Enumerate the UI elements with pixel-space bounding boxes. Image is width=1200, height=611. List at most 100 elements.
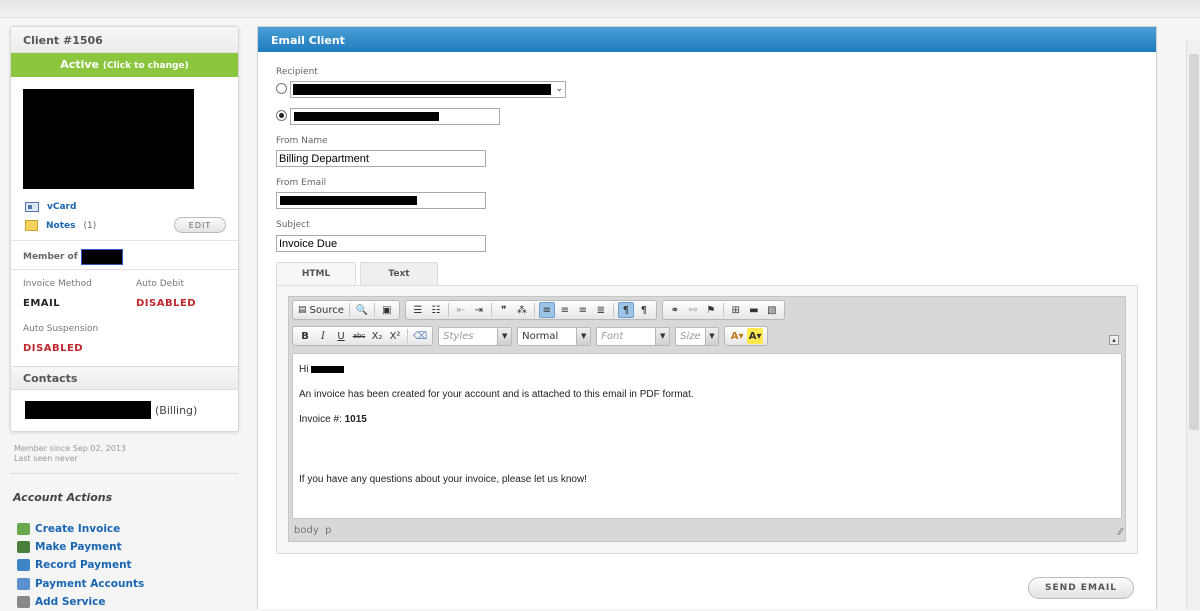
- editor-toolbar-row-1: ▤ Source 🔍 ▣ ☰ ☷ ⇤ ⇥ ❞ ⁂ ≡ ≡ ≡ ≣ ¶ ¶ ⚭ ⚯…: [292, 299, 790, 321]
- align-justify-icon[interactable]: ≣: [593, 302, 609, 318]
- member-of-label: Member of: [23, 252, 78, 262]
- account-actions-title: Account Actions: [13, 491, 113, 504]
- edit-button[interactable]: EDIT: [174, 217, 226, 233]
- add-service-icon: [17, 595, 30, 608]
- action-label[interactable]: Payment Accounts: [35, 578, 144, 590]
- recipient-select[interactable]: ⌄: [290, 81, 566, 98]
- source-button[interactable]: ▤ Source: [297, 302, 345, 318]
- status-label: Active: [60, 58, 99, 71]
- path-body[interactable]: body: [294, 525, 319, 536]
- unlink-icon[interactable]: ⚯: [685, 302, 701, 318]
- remove-format-icon[interactable]: ⌫: [412, 328, 428, 344]
- email-client-panel: Email Client Recipient ⌄ From Name From …: [257, 26, 1157, 609]
- underline-button[interactable]: U: [333, 328, 349, 344]
- action-payment-accounts[interactable]: Payment Accounts: [17, 575, 144, 593]
- align-right-icon[interactable]: ≡: [575, 302, 591, 318]
- action-label[interactable]: Record Payment: [35, 559, 132, 571]
- redacted-group[interactable]: [80, 249, 123, 265]
- notes-icon: [25, 220, 38, 231]
- font-dropdown[interactable]: Font ▼: [596, 326, 671, 346]
- subject-input[interactable]: [276, 235, 486, 252]
- from-name-input[interactable]: [276, 150, 486, 167]
- subscript-button[interactable]: X₂: [369, 328, 385, 344]
- size-placeholder: Size: [680, 330, 701, 342]
- invoice-number-label: Invoice #:: [299, 414, 342, 425]
- preview-icon[interactable]: 🔍: [354, 302, 370, 318]
- last-seen-text: Last seen never: [14, 454, 78, 463]
- templates-icon[interactable]: ▣: [379, 302, 395, 318]
- indent-icon[interactable]: ⇥: [471, 302, 487, 318]
- action-create-invoice[interactable]: Create Invoice: [17, 520, 144, 538]
- status-hint: (Click to change): [102, 61, 189, 71]
- background-color-icon[interactable]: A▾: [747, 328, 764, 344]
- action-add-service[interactable]: Add Service: [17, 593, 144, 611]
- chevron-down-icon: ▼: [704, 327, 719, 345]
- blockquote-icon[interactable]: ❞: [496, 302, 512, 318]
- invoice-number-value: 1015: [344, 414, 367, 425]
- from-email-input[interactable]: [276, 192, 486, 209]
- image-icon[interactable]: ▧: [764, 302, 780, 318]
- anchor-flag-icon[interactable]: ⚑: [703, 302, 719, 318]
- from-email-label: From Email: [276, 178, 327, 188]
- editor-content[interactable]: Hi An invoice has been created for your …: [292, 353, 1122, 519]
- contact-item[interactable]: (Billing): [25, 401, 197, 419]
- rich-text-editor: ▤ Source 🔍 ▣ ☰ ☷ ⇤ ⇥ ❞ ⁂ ≡ ≡ ≡ ≣ ¶ ¶ ⚭ ⚯…: [288, 296, 1126, 542]
- outdent-icon[interactable]: ⇤: [453, 302, 469, 318]
- bulleted-list-icon[interactable]: ☷: [428, 302, 444, 318]
- link-icon[interactable]: ⚭: [667, 302, 683, 318]
- tab-text[interactable]: Text: [360, 262, 438, 285]
- from-name-label: From Name: [276, 136, 328, 146]
- table-icon[interactable]: ⊞: [728, 302, 744, 318]
- text-color-icon[interactable]: A▾: [729, 328, 745, 344]
- auto-suspension-label: Auto Suspension: [23, 324, 99, 334]
- status-toggle-button[interactable]: Active (Click to change): [11, 53, 238, 77]
- action-make-payment[interactable]: Make Payment: [17, 538, 144, 556]
- tab-html[interactable]: HTML: [276, 262, 356, 285]
- format-dropdown[interactable]: Normal ▼: [517, 326, 592, 346]
- redacted-custom-recipient: [294, 112, 439, 121]
- collapse-toolbar-icon[interactable]: ▴: [1109, 335, 1119, 345]
- recipient-contact-radio[interactable]: [276, 83, 287, 94]
- resize-handle-icon[interactable]: ⁄⁄: [1119, 527, 1122, 538]
- scrollbar-thumb[interactable]: [1189, 54, 1199, 430]
- styles-dropdown[interactable]: Styles ▼: [438, 326, 513, 346]
- ltr-icon[interactable]: ¶: [617, 302, 634, 318]
- horizontal-rule-icon[interactable]: ▬: [746, 302, 762, 318]
- divider: [11, 269, 238, 270]
- editor-toolbar-row-2: B I U abc X₂ X² ⌫ Styles ▼ Normal ▼ Font…: [292, 325, 773, 347]
- greeting-line: Hi: [299, 364, 345, 375]
- format-value: Normal: [522, 330, 559, 342]
- notes-link[interactable]: Notes (1): [25, 220, 96, 231]
- italic-button[interactable]: I: [315, 328, 331, 344]
- recipient-label: Recipient: [276, 67, 318, 77]
- redacted-contact-name: [25, 401, 151, 419]
- action-label[interactable]: Make Payment: [35, 541, 122, 553]
- action-label[interactable]: Create Invoice: [35, 523, 120, 535]
- editor-container: ▤ Source 🔍 ▣ ☰ ☷ ⇤ ⇥ ❞ ⁂ ≡ ≡ ≡ ≣ ¶ ¶ ⚭ ⚯…: [276, 285, 1138, 554]
- align-center-icon[interactable]: ≡: [557, 302, 573, 318]
- element-path: body p: [294, 525, 331, 536]
- notes-label[interactable]: Notes: [46, 221, 75, 231]
- send-email-button[interactable]: SEND EMAIL: [1028, 577, 1134, 599]
- vcard-label[interactable]: vCard: [47, 202, 76, 212]
- superscript-button[interactable]: X²: [387, 328, 403, 344]
- path-p[interactable]: p: [325, 525, 331, 536]
- vcard-link[interactable]: vCard: [25, 202, 76, 212]
- client-card: Client #1506 Active (Click to change) vC…: [10, 26, 239, 432]
- source-label: Source: [309, 304, 344, 316]
- rtl-icon[interactable]: ¶: [636, 302, 652, 318]
- creatediv-icon[interactable]: ⁂: [514, 302, 530, 318]
- page-scrollbar[interactable]: [1186, 40, 1200, 609]
- recipient-custom-radio[interactable]: [276, 110, 287, 121]
- custom-recipient-input[interactable]: [290, 108, 500, 125]
- questions-line: If you have any questions about your inv…: [299, 474, 587, 485]
- size-dropdown[interactable]: Size ▼: [675, 326, 720, 346]
- divider: [11, 240, 238, 241]
- bold-button[interactable]: B: [297, 328, 313, 344]
- numbered-list-icon[interactable]: ☰: [410, 302, 426, 318]
- action-label[interactable]: Add Service: [35, 596, 105, 608]
- action-record-payment[interactable]: Record Payment: [17, 556, 144, 574]
- strikethrough-button[interactable]: abc: [351, 328, 367, 344]
- member-since-text: Member since Sep 02, 2013: [14, 444, 127, 453]
- align-left-icon[interactable]: ≡: [538, 302, 555, 318]
